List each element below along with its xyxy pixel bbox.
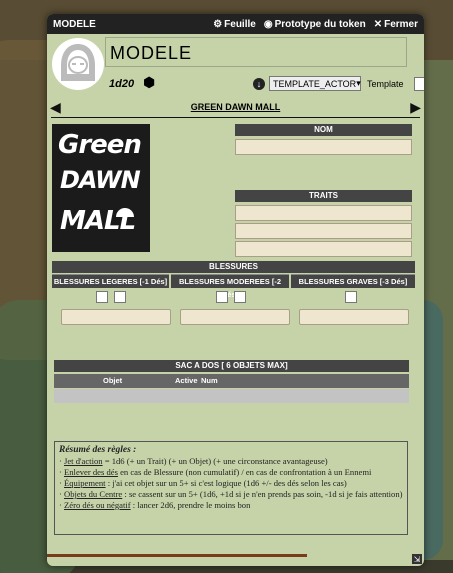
moderate-wound-field[interactable] [180,309,290,325]
nom-header: NOM [235,124,412,136]
rule-line: · Jet d'action = 1d6 (+ un Trait) (+ un … [59,456,328,466]
nom-field[interactable] [235,139,412,155]
download-icon[interactable]: ↓ [253,77,265,90]
game-logo: Green DAWN MALL [52,124,150,252]
character-name-input[interactable]: MODELE [105,37,407,67]
window-title: MODELE [53,18,96,30]
severe-wound-checkbox-1[interactable] [345,291,357,303]
light-wound-checkbox-1[interactable] [96,291,108,303]
traits-header: TRAITS [235,190,412,202]
actor-type-value: TEMPLATE_ACTOR [273,78,357,89]
scroll-progress [47,554,424,557]
close-icon: ✕ [373,18,383,30]
rule-text: : se cassent sur un 5+ (1d6, +1d si je n… [122,489,403,499]
prev-arrow-icon[interactable]: ◀ [50,99,61,116]
nav-title[interactable]: GREEN DAWN MALL [191,102,281,112]
light-wound-field[interactable] [61,309,171,325]
rule-term: Enlever des dés [64,467,118,477]
light-wounds-header: BLESSURES LEGERES [-1 Dés] [52,274,169,288]
moderate-wound-checkbox-2[interactable] [234,291,246,303]
backpack-add-row[interactable] [54,389,409,403]
trait-field-3[interactable] [235,241,412,257]
blessures-header: BLESSURES [52,261,415,273]
rule-line: · Enlever des dés en cas de Blessure (no… [59,467,372,477]
template-checkbox[interactable] [413,76,424,91]
chevron-down-icon: ▾ [356,78,361,88]
backpack-header: SAC A DOS [ 6 OBJETS MAX] [54,360,409,372]
character-sheet-window: MODELE ⚙ Feuille ◉ Prototype du token ✕ … [47,14,424,566]
scroll-progress-fill [47,554,308,557]
moderate-wound-checkbox-1[interactable] [216,291,228,303]
rule-term: Zéro dés ou négatif [64,500,131,510]
actor-type-select[interactable]: TEMPLATE_ACTOR ▾ [269,76,361,91]
token-prototype-button-label: Prototype du token [274,18,366,30]
rule-term: Objets du Centre [64,489,123,499]
template-label: Template [367,78,404,89]
rule-text: = 1d6 (+ un Trait) (+ un Objet) (+ une c… [102,456,328,466]
rule-text: : lancer 2d6, prendre le moins bon [130,500,251,510]
dice-label: 1d20 [109,78,135,90]
nav-divider [51,117,420,118]
col-num: Num [201,376,218,385]
logo-line-1: Green [58,130,142,160]
backpack-columns: Objet Active Num [54,374,409,388]
user-circle-icon: ◉ [263,18,273,30]
col-active: Active [175,376,198,385]
d20-icon[interactable]: ⬢ [143,74,155,91]
moderate-wounds-header: BLESSURES MODEREES [-2 Dés] [171,274,289,299]
resize-handle-icon[interactable]: ⇲ [412,554,422,564]
rules-summary: Résumé des règles : · Jet d'action = 1d6… [54,441,408,535]
page-nav: ◀ GREEN DAWN MALL ▶ [47,96,424,118]
window-titlebar[interactable]: MODELE ⚙ Feuille ◉ Prototype du token ✕ … [47,14,424,34]
rule-term: Jet d'action [64,456,103,466]
rule-term: Équipement [64,478,106,488]
rule-text: : j'ai cet objet sur un 5+ si c'est logi… [105,478,347,488]
rule-line: · Objets du Centre : se cassent sur un 5… [59,489,403,499]
severe-wound-field[interactable] [299,309,409,325]
severe-wounds-header: BLESSURES GRAVES [-3 Dés] [291,274,415,288]
next-arrow-icon[interactable]: ▶ [410,99,421,116]
sheet-button[interactable]: ⚙ Feuille [213,19,256,30]
logo-line-2: DAWN [60,166,141,194]
rule-line: · Zéro dés ou négatif : lancer 2d6, pren… [59,500,251,510]
light-wound-checkbox-2[interactable] [114,291,126,303]
rule-line: · Équipement : j'ai cet objet sur un 5+ … [59,478,347,488]
sheet-header: MODELE 1d20 ⬢ ↓ TEMPLATE_ACTOR ▾ Templat… [47,34,424,96]
close-button-label: Fermer [384,18,418,30]
rule-text: en cas de Blessure (non cumulatif) / en … [117,467,372,477]
token-prototype-button[interactable]: ◉ Prototype du token [264,19,366,30]
trait-field-1[interactable] [235,205,412,221]
avatar[interactable] [52,38,104,90]
col-objet: Objet [103,376,123,385]
rules-title: Résumé des règles : [59,445,137,455]
close-button[interactable]: ✕ Fermer [374,19,418,30]
trait-field-2[interactable] [235,223,412,239]
hooded-figure-icon [61,44,95,81]
gear-icon: ⚙ [213,18,223,30]
sheet-button-label: Feuille [224,18,256,30]
